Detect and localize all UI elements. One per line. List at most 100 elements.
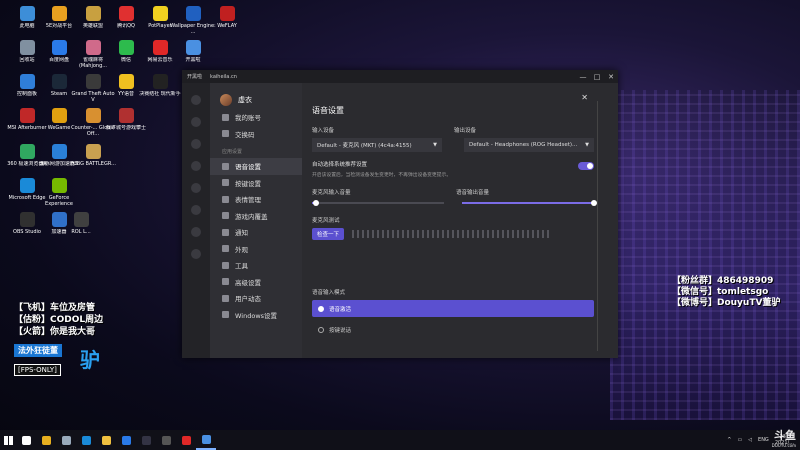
overlay-line: 【微博号】DouyuTV董驴	[672, 298, 781, 308]
server-icon[interactable]	[191, 205, 201, 215]
desktop-icon-label: ROL L...	[71, 229, 91, 235]
maximize-button[interactable]: □	[590, 73, 604, 81]
sidebar-item[interactable]: 按键设置	[210, 175, 302, 192]
edge-icon[interactable]	[76, 430, 96, 450]
app-icon	[51, 144, 67, 159]
settings-sidebar: 虚衣 我的账号 交换码 应用设置 语音设置 按键设置 表情管理 游戏内覆盖 通知 外观 工具高…	[210, 83, 302, 358]
task-view-icon[interactable]	[56, 430, 76, 450]
sidebar-item[interactable]: 我的账号	[210, 109, 302, 126]
app-icon	[73, 212, 89, 227]
close-settings-button[interactable]: ✕	[581, 93, 588, 102]
output-volume-slider[interactable]	[462, 200, 597, 206]
desktop-icon[interactable]: ROL L...	[58, 212, 104, 235]
sidebar-item[interactable]: 外观	[210, 241, 302, 258]
tray-chevron-icon[interactable]: ^	[727, 437, 731, 443]
meter-bar	[392, 230, 395, 238]
scrollbar[interactable]	[597, 101, 598, 351]
output-volume-label: 语音输出音量	[456, 190, 490, 196]
radio-selected-icon	[318, 305, 324, 312]
avatar	[220, 94, 232, 106]
sidebar-item[interactable]: 通知	[210, 224, 302, 241]
mic-test-button[interactable]: 检查一下	[312, 228, 345, 240]
taskbar-glyph	[161, 435, 171, 445]
overlay-icon	[222, 212, 229, 220]
app-icon	[118, 6, 134, 21]
push-to-talk-option[interactable]: 按键说话	[312, 321, 594, 338]
douyu-url: DOUYU.com	[771, 443, 796, 448]
desktop-icon[interactable]: 决赛结社 现代新手	[137, 74, 183, 97]
minimize-button[interactable]: —	[576, 73, 590, 81]
app-icon	[118, 74, 134, 89]
meter-bar	[482, 230, 485, 238]
title-bar[interactable]: 开黑啦 kaiheila.cn — □ ✕	[182, 70, 618, 83]
app-icon	[51, 74, 67, 89]
sidebar-item[interactable]: 高级设置	[210, 274, 302, 291]
meter-bar	[362, 230, 365, 238]
sidebar-item[interactable]: 游戏内覆盖	[210, 208, 302, 225]
obs-icon[interactable]	[156, 430, 176, 450]
meter-bar	[412, 230, 415, 238]
mic-test-label: 麦克风测试	[312, 218, 340, 224]
tool-icon	[222, 261, 229, 269]
desktop-icon-label: WeFLAY	[217, 23, 237, 29]
network-icon[interactable]: ▭	[737, 437, 742, 443]
meter-bar	[387, 230, 390, 238]
meter-bar	[447, 230, 450, 238]
app-icon	[19, 40, 35, 55]
meter-bar	[492, 230, 495, 238]
auto-select-toggle[interactable]	[578, 162, 594, 170]
desktop-icon[interactable]: WeFLAY	[204, 6, 250, 29]
desktop-icon[interactable]: 我下城号游戏攀士	[103, 108, 149, 131]
sidebar-item-label: 按键设置	[235, 179, 261, 188]
sidebar-item[interactable]: 语音设置	[210, 158, 302, 175]
start-button[interactable]	[0, 430, 16, 450]
sidebar-item[interactable]: 交换码	[210, 126, 302, 143]
sidebar-item-label: 游戏内覆盖	[235, 212, 268, 221]
server-icon[interactable]	[191, 183, 201, 193]
input-device-select[interactable]: Default - 麦克风 (MKT) (4c4a:4155) ▼	[312, 138, 442, 152]
desktop-icon[interactable]: PUBG BATTLEGR...	[70, 144, 116, 167]
steam-icon[interactable]	[136, 430, 156, 450]
file-explorer-icon[interactable]	[96, 430, 116, 450]
server-icon[interactable]	[191, 227, 201, 237]
radio-icon	[318, 326, 324, 333]
server-icon[interactable]	[191, 139, 201, 149]
sidebar-item[interactable]: 表情管理	[210, 191, 302, 208]
search-icon[interactable]	[16, 430, 36, 450]
sidebar-item-label: 语音设置	[235, 163, 261, 172]
server-icon[interactable]	[191, 161, 201, 171]
output-volume-knob[interactable]	[591, 200, 597, 206]
desktop-icon-label: 我下城号游戏攀士	[105, 125, 146, 131]
store-icon[interactable]	[116, 430, 136, 450]
server-icon[interactable]	[191, 117, 201, 127]
sidebar-item[interactable]: 工具	[210, 257, 302, 274]
input-volume-knob[interactable]	[312, 200, 319, 206]
server-icon[interactable]	[191, 95, 201, 105]
desktop-icon[interactable]: 开黑啦	[170, 40, 216, 63]
douyu-watermark: 斗鱼 DOUYU.com	[772, 427, 796, 448]
chrome-icon[interactable]	[36, 430, 56, 450]
sidebar-item-label: 外观	[235, 245, 248, 254]
taskbar-glyph	[141, 435, 151, 445]
sidebar-item[interactable]: 用户动态	[210, 290, 302, 307]
server-icon[interactable]	[191, 249, 201, 259]
keyboard-icon	[222, 179, 229, 187]
language-indicator[interactable]: ENG	[758, 437, 769, 443]
sidebar-item[interactable]: Windows设置	[210, 307, 302, 324]
profile-name: 虚衣	[238, 96, 252, 104]
output-device-select[interactable]: Default - Headphones (ROG Headset)... ▼	[464, 138, 594, 152]
taskbar-glyph	[61, 435, 71, 445]
app-icon	[51, 178, 67, 193]
kaiheila-icon[interactable]	[196, 430, 216, 450]
voice-activation-option[interactable]: 语音激活	[312, 300, 594, 317]
close-window-button[interactable]: ✕	[604, 73, 618, 81]
app-icon	[19, 178, 35, 193]
overlay-line: 【火箭】你是我大哥	[14, 327, 96, 337]
desktop-icon[interactable]: GeForce Experience	[36, 178, 82, 207]
douyu-brand: 斗鱼	[774, 429, 796, 442]
input-volume-slider[interactable]	[312, 200, 444, 206]
app-icon	[118, 40, 134, 55]
meter-bar	[457, 230, 460, 238]
volume-icon[interactable]: ◁	[748, 437, 752, 443]
netease-music-icon[interactable]	[176, 430, 196, 450]
